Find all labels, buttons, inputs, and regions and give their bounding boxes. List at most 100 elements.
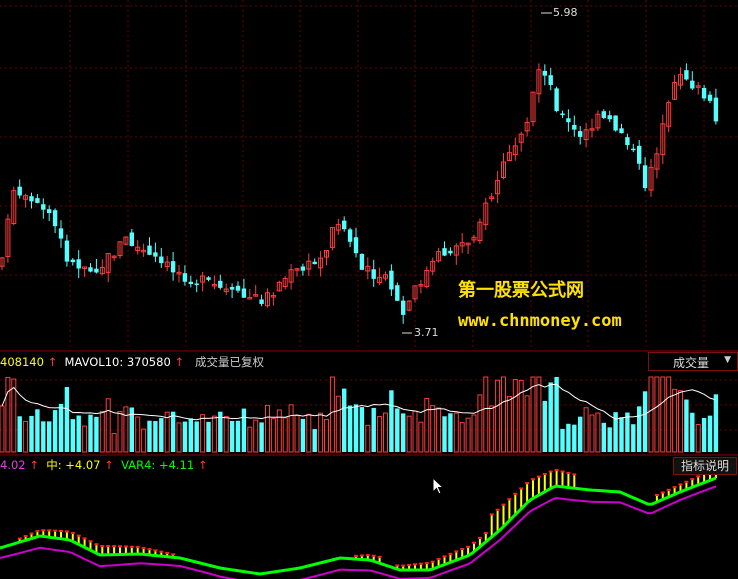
indicator-cap [454, 550, 459, 553]
volume-bar [105, 398, 111, 453]
volume-bar [211, 415, 217, 453]
volume-bar [253, 419, 259, 453]
volume-bar [477, 394, 483, 453]
volume-bar [524, 395, 530, 453]
volume-header: 408140 ↑ MAVOL10: 370580 ↑ 成交量已复权 [0, 355, 264, 369]
volume-bar [159, 418, 164, 452]
volume-bar [713, 394, 719, 452]
volume-bar [542, 400, 547, 452]
volume-bar [442, 416, 447, 452]
indicator-cap [424, 562, 429, 565]
volume-bar [170, 411, 176, 452]
price-candle [17, 186, 22, 196]
indicator-cap [123, 545, 128, 548]
price-candle [88, 267, 93, 272]
price-candle [371, 269, 376, 279]
volume-bar [471, 414, 477, 453]
volume-bar [672, 388, 678, 453]
volume-bar [318, 412, 324, 453]
indicator-cap [35, 530, 40, 533]
indicator-cap [377, 555, 382, 558]
volume-bar [88, 414, 93, 452]
volume-bar [607, 427, 612, 452]
volume-bar [223, 416, 229, 453]
price-candle [637, 145, 642, 164]
price-candle [625, 137, 630, 146]
mid-label: 中: [46, 458, 62, 472]
volume-bar [501, 376, 506, 453]
price-candle [312, 261, 317, 265]
price-candle [713, 97, 719, 122]
var4-value: +4.11 [158, 458, 195, 472]
indicator-cap [153, 549, 158, 552]
indicator-cap [536, 475, 541, 478]
volume-bar [631, 424, 636, 452]
price-high-label: 5.98 [553, 6, 578, 19]
price-candle [642, 165, 648, 189]
indicator-cap [436, 557, 441, 560]
indicator-cap [554, 469, 559, 472]
price-candle [76, 259, 81, 269]
price-candle [218, 280, 223, 288]
indicator-cap [489, 513, 494, 516]
price-candle [342, 220, 347, 230]
volume-bar [347, 405, 353, 452]
price-candle [206, 277, 211, 280]
price-candle [353, 237, 359, 254]
indicator-cap [141, 546, 146, 549]
indicator-cap [501, 503, 506, 506]
indicator-cap [566, 471, 571, 474]
indicator-cap [542, 473, 547, 476]
price-candle [229, 286, 235, 290]
volume-up-arrow-icon: ↑ [47, 355, 58, 369]
volume-bar [424, 397, 430, 453]
volume-bar [47, 421, 52, 452]
indicator-cap [666, 488, 671, 491]
mavol-label: MAVOL10: [64, 355, 124, 369]
volume-bar [123, 406, 129, 453]
price-candle [194, 283, 199, 286]
volume-bar [412, 410, 418, 453]
price-candle [235, 285, 241, 291]
volume-bar [377, 416, 383, 453]
chart-canvas [0, 0, 738, 579]
price-candle [560, 113, 565, 115]
volume-bar [483, 376, 489, 453]
volume-bar [312, 429, 317, 452]
indicator-selector[interactable]: 成交量 ▼ [648, 352, 738, 371]
price-candle [578, 131, 583, 137]
volume-bar [188, 418, 193, 452]
indicator-cap [572, 473, 577, 476]
volume-bar [418, 421, 424, 453]
volume-bar [58, 403, 64, 452]
volume-bar [395, 408, 400, 452]
indicator-cap [23, 535, 28, 538]
volume-bar [147, 420, 152, 452]
volume-bar [194, 421, 199, 452]
volume-bar [448, 413, 453, 452]
volume-bar [94, 416, 99, 452]
price-candle [554, 88, 559, 112]
volume-bar [536, 376, 542, 453]
indicator-explain-button[interactable]: 指标说明 [673, 457, 737, 475]
volume-bar [648, 376, 654, 453]
volume-bar [595, 412, 601, 453]
indicator-cap [413, 563, 417, 566]
volume-bar [684, 399, 689, 452]
volume-bar [589, 414, 595, 453]
volume-bar [247, 426, 253, 453]
price-candle [300, 266, 306, 271]
indicator-selector-label: 成交量 [673, 356, 710, 370]
volume-bar [566, 423, 571, 452]
indicator-cap [418, 562, 423, 565]
price-candle [690, 80, 695, 89]
indicator-cap [135, 546, 140, 549]
volume-bar [389, 390, 394, 452]
volume-bar [495, 379, 501, 453]
indicator-cap [560, 470, 565, 473]
indicator-cap [395, 564, 400, 567]
indicator-cap [477, 536, 482, 539]
volume-bar [117, 411, 123, 453]
volume-bar [572, 424, 577, 452]
volume-value: 408140 [0, 355, 44, 369]
